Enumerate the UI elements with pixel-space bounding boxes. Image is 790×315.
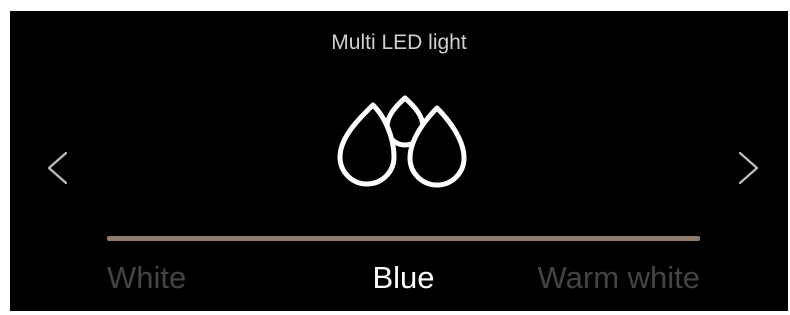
chevron-right-icon[interactable] [736,151,760,185]
page-title: Multi LED light [331,31,467,54]
color-option-warm-white[interactable]: Warm white [538,260,700,296]
color-slider-track[interactable] [107,236,700,241]
water-drops-icon [337,95,467,188]
light-control-screen: Multi LED light White Blue Warm white [10,11,788,311]
chevron-left-icon[interactable] [46,151,70,185]
